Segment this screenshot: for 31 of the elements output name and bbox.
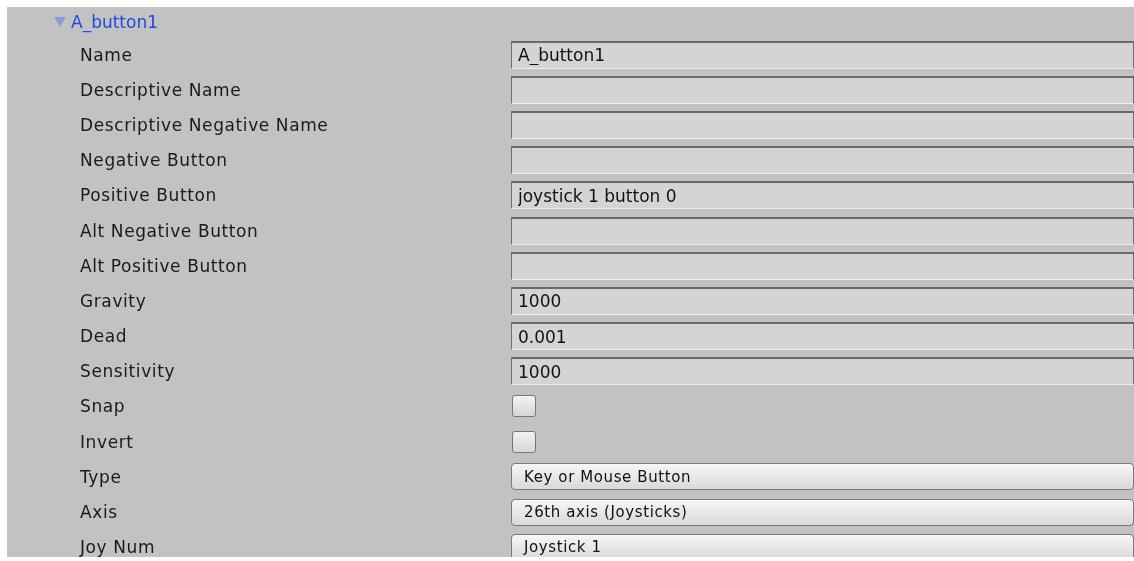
property-label: Name bbox=[79, 44, 134, 65]
property-label: Alt Negative Button bbox=[79, 220, 260, 241]
dropdown[interactable]: Joystick 1 bbox=[511, 533, 1134, 557]
text-field[interactable] bbox=[511, 110, 1134, 139]
dropdown[interactable]: Key or Mouse Button bbox=[511, 463, 1134, 491]
dropdown[interactable]: 26th axis (Joysticks) bbox=[511, 498, 1134, 526]
property-label: Invert bbox=[79, 431, 135, 452]
text-field[interactable] bbox=[511, 216, 1134, 245]
text-field[interactable] bbox=[511, 75, 1134, 104]
property-label: Axis bbox=[79, 502, 119, 523]
property-label: Positive Button bbox=[79, 185, 218, 206]
property-label: Sensitivity bbox=[79, 361, 177, 382]
text-field[interactable]: joystick 1 button 0 bbox=[511, 181, 1134, 210]
text-field[interactable] bbox=[511, 251, 1134, 280]
property-label: Negative Button bbox=[79, 150, 229, 171]
property-label: Descriptive Negative Name bbox=[79, 114, 330, 135]
property-label: Dead bbox=[79, 326, 129, 347]
checkbox[interactable] bbox=[512, 430, 536, 453]
property-label: Alt Positive Button bbox=[79, 255, 249, 276]
property-label: Snap bbox=[79, 396, 127, 417]
axis-name[interactable]: A_button1 bbox=[71, 12, 159, 32]
checkbox[interactable] bbox=[512, 395, 536, 418]
property-label: Joy Num bbox=[78, 537, 157, 557]
text-field[interactable]: 0.001 bbox=[511, 322, 1134, 351]
property-label: Type bbox=[79, 466, 123, 487]
text-field[interactable]: 1000 bbox=[511, 286, 1134, 315]
property-label: Descriptive Name bbox=[79, 79, 243, 100]
text-field[interactable]: A_button1 bbox=[511, 40, 1134, 69]
text-field[interactable]: 1000 bbox=[511, 357, 1134, 386]
text-field[interactable] bbox=[511, 146, 1134, 175]
property-label: Gravity bbox=[79, 290, 148, 311]
